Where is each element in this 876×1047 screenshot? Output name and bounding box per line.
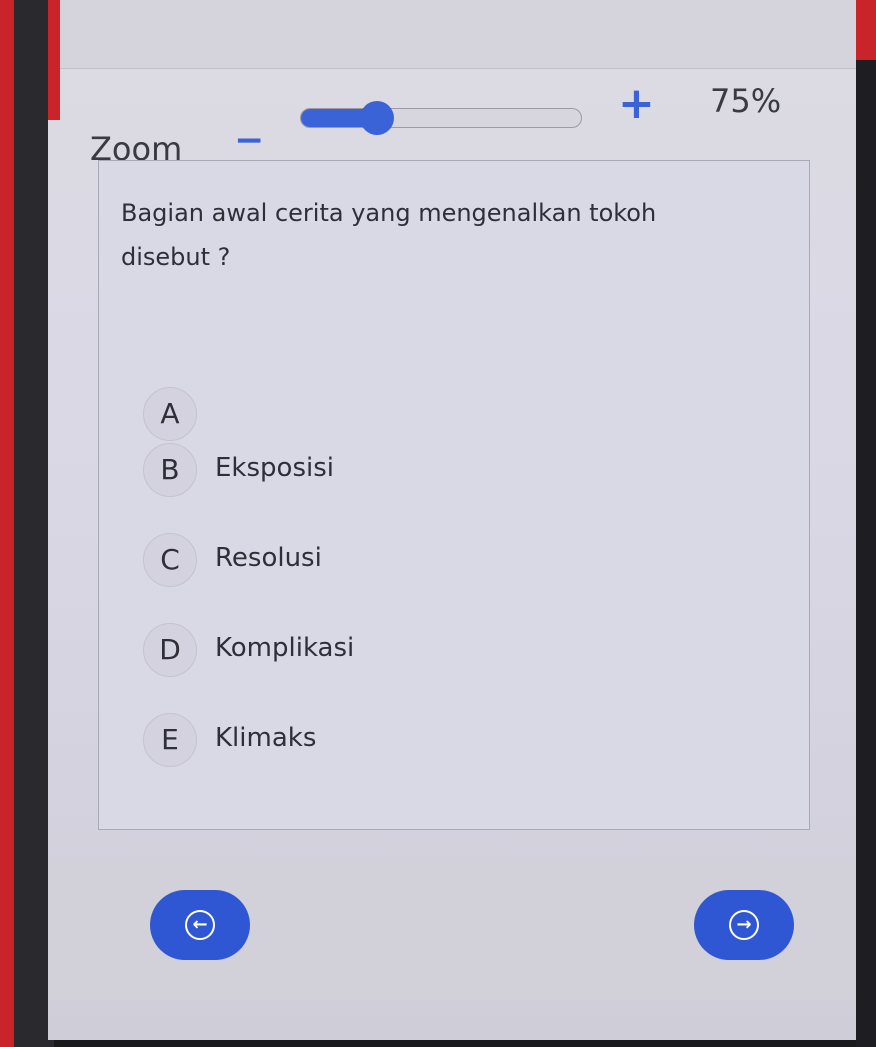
question-text: Bagian awal cerita yang mengenalkan toko… bbox=[121, 199, 657, 271]
zoom-slider[interactable] bbox=[300, 101, 582, 135]
option-letter: E bbox=[143, 713, 197, 767]
device-bezel-right bbox=[856, 60, 876, 1047]
header-strip bbox=[48, 0, 856, 69]
header-accent bbox=[48, 0, 60, 120]
zoom-slider-thumb[interactable] bbox=[360, 101, 394, 135]
option-label: Klimaks bbox=[215, 723, 317, 753]
option-d[interactable]: D Komplikasi bbox=[143, 623, 703, 677]
option-e[interactable]: E Klimaks bbox=[143, 713, 703, 767]
zoom-out-button[interactable]: − bbox=[234, 120, 264, 161]
question-card: Bagian awal cerita yang mengenalkan toko… bbox=[98, 160, 810, 830]
option-letter: B bbox=[143, 443, 197, 497]
arrow-left-circle-icon: ← bbox=[185, 910, 215, 940]
option-letter: A bbox=[143, 387, 197, 441]
option-b[interactable]: B Eksposisi bbox=[143, 443, 703, 497]
option-label: Komplikasi bbox=[215, 633, 355, 663]
option-label: Eksposisi bbox=[215, 453, 334, 483]
option-c[interactable]: C Resolusi bbox=[143, 533, 703, 587]
option-letter: C bbox=[143, 533, 197, 587]
app-screen: Zoom − + 75% Bagian awal cerita yang men… bbox=[48, 0, 856, 1040]
option-a[interactable]: A bbox=[143, 387, 703, 441]
option-label: Resolusi bbox=[215, 543, 322, 573]
zoom-value: 75% bbox=[710, 82, 782, 120]
previous-button[interactable]: ← bbox=[150, 890, 250, 960]
option-letter: D bbox=[143, 623, 197, 677]
zoom-in-button[interactable]: + bbox=[618, 78, 655, 129]
arrow-right-circle-icon: → bbox=[729, 910, 759, 940]
next-button[interactable]: → bbox=[694, 890, 794, 960]
